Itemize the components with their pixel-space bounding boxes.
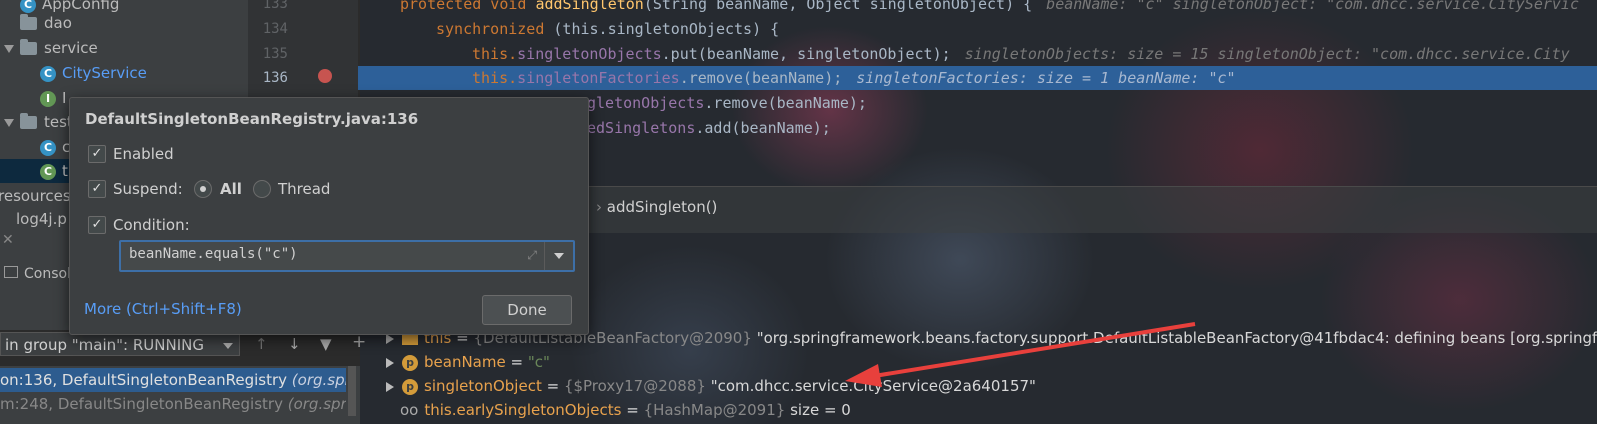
expand-editor-icon[interactable]: ⤢	[527, 248, 537, 263]
enabled-checkbox[interactable]: ✓	[88, 145, 106, 163]
done-button[interactable]: Done	[482, 295, 572, 325]
history-dropdown-button[interactable]	[544, 242, 573, 270]
all-label: All	[220, 180, 242, 198]
condition-input[interactable]: beanName.equals("c") ⤢	[119, 240, 575, 272]
thread-radio[interactable]	[253, 180, 271, 198]
condition-label: Condition:	[113, 216, 190, 234]
suspend-checkbox[interactable]: ✓	[88, 180, 106, 198]
popup-title: DefaultSingletonBeanRegistry.java:136	[85, 110, 419, 128]
breakpoint-properties-popup: DefaultSingletonBeanRegistry.java:136 ✓ …	[69, 97, 589, 335]
thread-label: Thread	[278, 180, 331, 198]
more-link[interactable]: More (Ctrl+Shift+F8)	[84, 300, 242, 318]
all-radio[interactable]	[194, 180, 212, 198]
suspend-label: Suspend:	[113, 180, 183, 198]
condition-checkbox[interactable]: ✓	[88, 216, 106, 234]
enabled-label: Enabled	[113, 145, 174, 163]
